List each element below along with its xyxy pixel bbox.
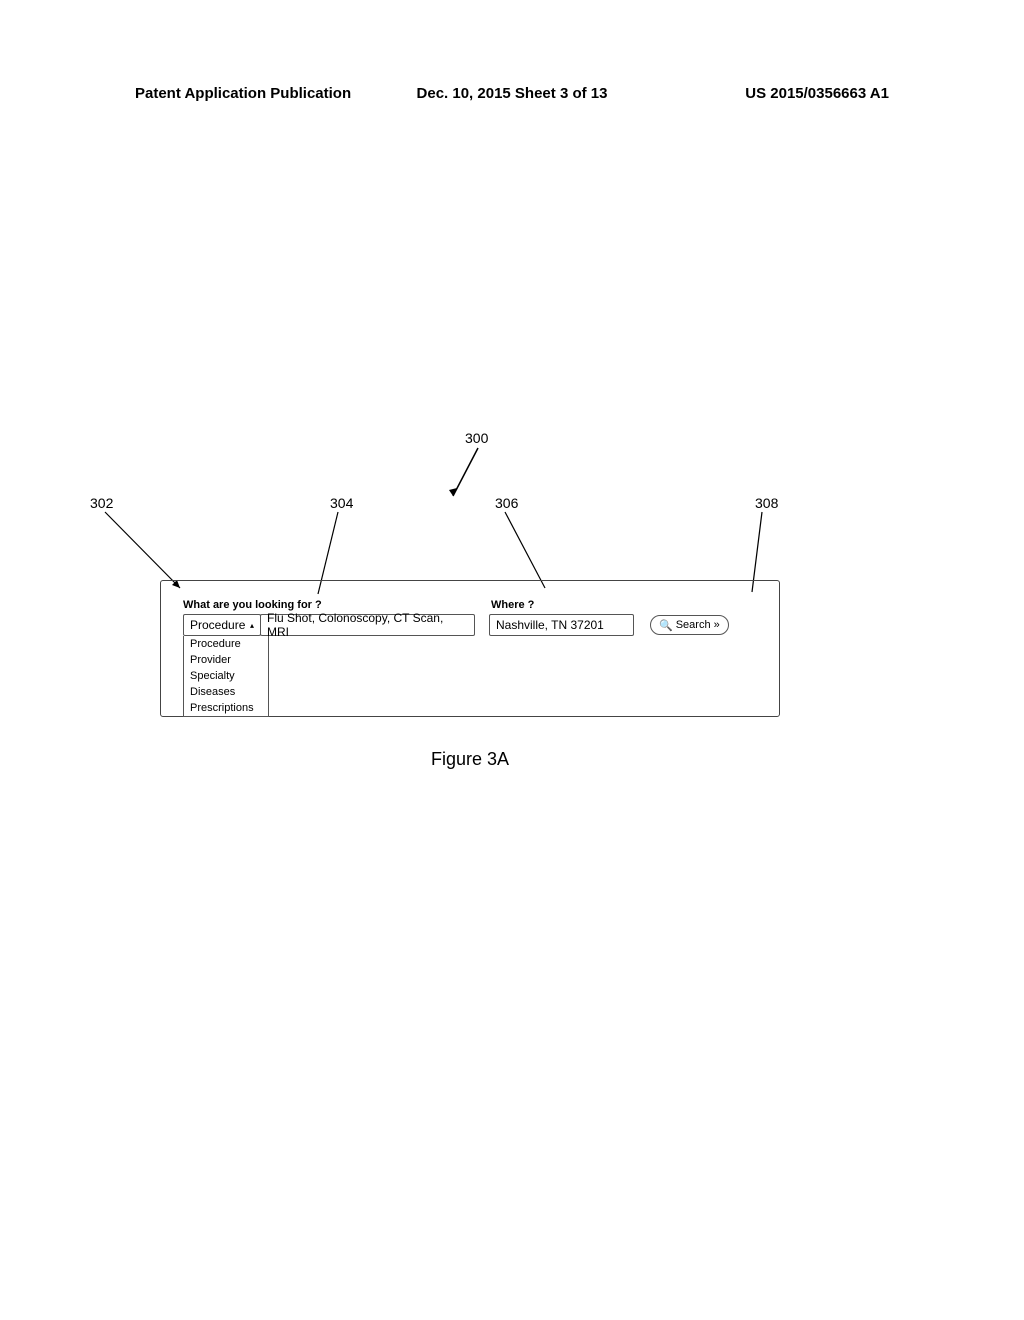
procedure-placeholder-text: Flu Shot, Colonoscopy, CT Scan, MRI [267,611,468,639]
label-where: Where ? [491,599,534,611]
search-button-label: Search [676,619,711,631]
callout-308: 308 [755,495,778,511]
search-icon: 🔍 [659,619,673,632]
category-dropdown[interactable]: Procedure ▴ [183,614,261,636]
callout-labels: 300 302 304 306 308 [110,430,910,580]
callout-302: 302 [90,495,113,511]
location-input[interactable]: Nashville, TN 37201 [489,614,634,636]
dropdown-item-provider[interactable]: Provider [184,652,268,668]
header-date-sheet: Dec. 10, 2015 Sheet 3 of 13 [386,85,637,102]
chevron-up-icon: ▴ [250,621,254,630]
dropdown-item-procedure[interactable]: Procedure [184,636,268,652]
dropdown-item-prescriptions[interactable]: Prescriptions [184,700,268,716]
search-panel: What are you looking for ? Where ? Proce… [160,580,780,717]
page-header: Patent Application Publication Dec. 10, … [0,85,1024,102]
dropdown-item-diseases[interactable]: Diseases [184,684,268,700]
chevron-right-icon: » [714,619,720,631]
dropdown-selected-label: Procedure [190,618,245,632]
label-what: What are you looking for ? [183,599,483,611]
dropdown-item-specialty[interactable]: Specialty [184,668,268,684]
callout-300: 300 [465,430,488,446]
procedure-input[interactable]: Flu Shot, Colonoscopy, CT Scan, MRI [260,614,475,636]
header-patent-number: US 2015/0356663 A1 [638,85,889,102]
labels-row: What are you looking for ? Where ? [183,599,757,611]
location-value-text: Nashville, TN 37201 [496,618,604,632]
search-button[interactable]: 🔍 Search » [650,615,729,635]
figure-caption: Figure 3A [160,749,780,770]
inputs-row: Procedure ▴ Flu Shot, Colonoscopy, CT Sc… [183,614,757,636]
leader-300 [468,448,508,508]
figure-container: 300 302 304 306 308 What are you looking… [110,430,910,770]
dropdown-list: Procedure Provider Specialty Diseases Pr… [183,636,269,717]
callout-304: 304 [330,495,353,511]
header-publication: Patent Application Publication [135,85,386,102]
